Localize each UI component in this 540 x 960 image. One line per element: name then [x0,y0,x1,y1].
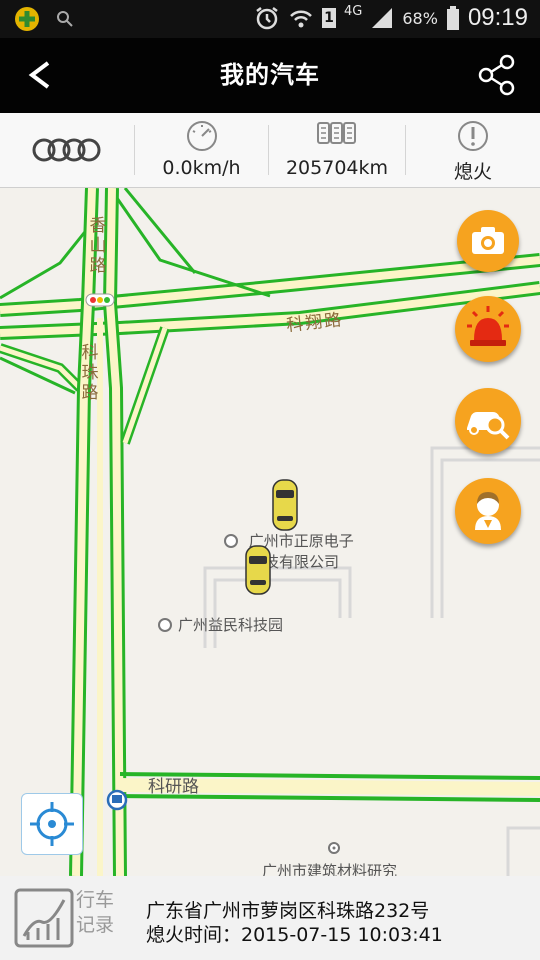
bottom-info-bar: 行车 记录 广东省广州市萝岗区科珠路232号 熄火时间：2015-07-15 1… [0,876,540,960]
alert-icon [458,121,488,151]
record-label-line1: 行车 [76,889,115,911]
poi-yimin: 广州益民科技园 [158,614,283,635]
signal-icon [372,8,393,28]
share-icon [478,54,515,96]
vehicle-info-bar: 0.0km/h 205704km 熄火 [0,113,540,188]
ignition-off-time: 熄火时间：2015-07-15 10:03:41 [146,924,443,946]
poi-building-materials: 广州市建筑材料研究 [262,862,398,876]
crosshair-icon [30,802,74,846]
battery-percent: 68% [402,8,438,28]
camera-icon [472,227,504,254]
engine-status-cell: 熄火 [406,113,540,187]
odometer-value: 205704km [285,157,389,179]
map-view[interactable]: 香山路 科翔路 科珠路 科研路 广州市正原电子 技有限公司 广州益民科技园 广州… [0,188,540,876]
chart-icon [14,888,74,948]
speed-cell: 0.0km/h [135,113,268,187]
car-marker-1[interactable] [271,478,299,532]
wifi-icon [290,10,312,28]
road-label-kezhu: 科珠路 [81,343,99,403]
battery-icon [446,6,459,30]
engine-status-value: 熄火 [453,161,492,183]
search-icon [57,11,73,27]
assistant-icon [475,492,501,530]
speedometer-icon [186,121,217,151]
driving-record-button[interactable]: 行车 记录 [14,888,124,950]
assistant-button[interactable] [455,478,521,544]
locate-button[interactable] [21,793,83,855]
vehicle-address: 广东省广州市萝岗区科珠路232号 [146,900,430,922]
poi-dot [224,534,238,548]
driving-record-label: 行车 记录 [76,888,124,938]
road-label-xiangshan: 香山路 [89,216,107,276]
car-search-button[interactable] [455,388,521,454]
speed-value: 0.0km/h [162,157,241,179]
app-notification-icon [15,7,39,31]
poi-label-line2: 技有限公司 [264,553,340,571]
camera-button[interactable] [457,210,519,272]
poi-dot [158,618,172,632]
audi-logo [32,138,101,162]
brand-cell [0,113,134,187]
network-type: 4G [344,3,363,19]
poi-label: 广州益民科技园 [178,616,284,634]
status-bar: 1 4G 68% 09:19 [0,0,540,38]
alarm-icon [256,7,278,30]
siren-icon [467,306,509,346]
app-bar: 我的汽车 [0,38,540,113]
page-title: 我的汽车 [220,61,320,89]
odometer-icon [317,122,356,144]
alarm-button[interactable] [455,296,521,362]
clock: 09:19 [467,4,528,31]
odometer-cell: 205704km [269,113,405,187]
road-label-keyan: 科研路 [148,777,199,797]
sim-slot-badge: 1 [322,8,337,28]
share-button[interactable] [476,53,520,97]
record-label-line2: 记录 [76,914,115,936]
car-marker-2[interactable] [244,544,272,596]
car-search-icon [467,412,510,440]
